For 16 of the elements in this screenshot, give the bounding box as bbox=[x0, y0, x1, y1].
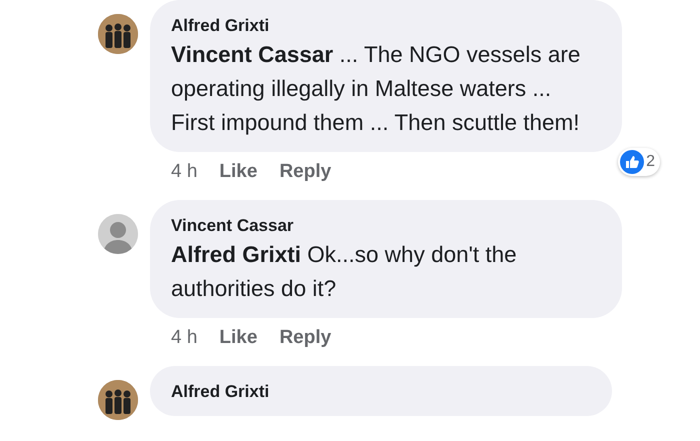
author-name[interactable]: Alfred Grixti bbox=[171, 380, 582, 404]
avatar-group-silhouette[interactable] bbox=[98, 14, 138, 54]
comment-time: 4 h bbox=[171, 326, 198, 350]
like-icon bbox=[620, 150, 644, 174]
reply-link[interactable]: Reply bbox=[279, 326, 332, 350]
comment-text: Alfred Grixti Ok...so why don't the authorities do it? bbox=[171, 241, 518, 303]
avatar-person-silhouette[interactable] bbox=[98, 214, 138, 254]
comment-text: Vincent Cassar ... The NGO vessels are operating illegally in Maltese waters ... First impound them ... Then scuttle them! bbox=[171, 41, 582, 137]
reply-link[interactable]: Reply bbox=[279, 160, 332, 184]
author-name[interactable]: Alfred Grixti bbox=[171, 14, 592, 38]
avatar-group-silhouette[interactable] bbox=[98, 380, 138, 420]
like-link[interactable]: Like bbox=[219, 160, 258, 184]
like-link[interactable]: Like bbox=[219, 326, 258, 350]
author-name[interactable]: Vincent Cassar bbox=[171, 214, 592, 238]
reaction-count[interactable]: 2 bbox=[618, 148, 660, 176]
comment-time: 4 h bbox=[171, 160, 198, 184]
